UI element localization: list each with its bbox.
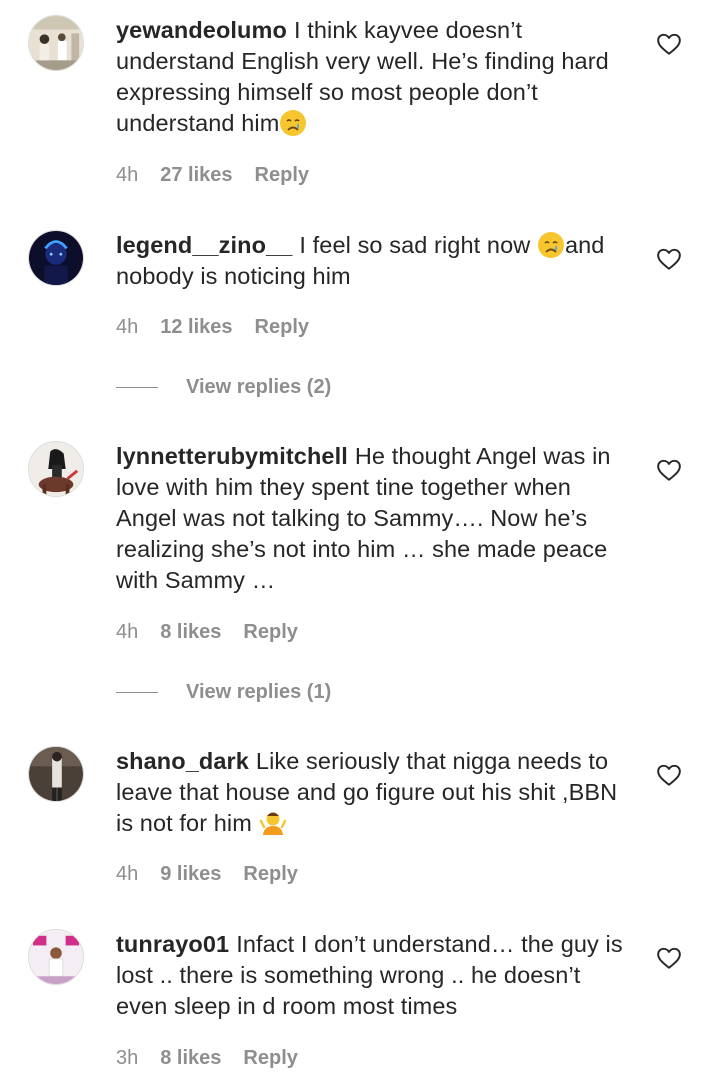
avatar[interactable]	[28, 441, 84, 497]
comment-body: yewandeolumo I think kayvee doesn’t under…	[116, 15, 636, 139]
comment-time: 4h	[116, 316, 139, 338]
avatar-image	[29, 442, 83, 496]
comment-text: I feel so sad right now	[299, 232, 537, 258]
avatar-image	[29, 231, 83, 285]
comment-likes[interactable]: 8 likes	[160, 1046, 221, 1070]
comment-body: tunrayo01 Infact I don’t understand… the …	[116, 929, 636, 1022]
comment-likes[interactable]: 27 likes	[160, 163, 232, 187]
reply-button[interactable]: Reply	[243, 862, 297, 886]
like-heart-icon[interactable]	[656, 457, 682, 483]
avatar[interactable]	[28, 230, 84, 286]
comment-time: 4h	[116, 621, 139, 643]
avatar-image	[29, 747, 83, 801]
avatar[interactable]	[28, 746, 84, 802]
view-replies-button[interactable]: View replies (2)	[116, 375, 331, 399]
crying-face-emoji-icon	[280, 110, 307, 136]
view-replies-button[interactable]: View replies (1)	[116, 680, 331, 704]
comment-meta: 4h 27 likes Reply	[116, 163, 309, 187]
reply-button[interactable]: Reply	[255, 315, 309, 339]
like-heart-icon[interactable]	[656, 31, 682, 57]
comment-username[interactable]: lynnetterubymitchell	[116, 443, 348, 469]
divider-line	[116, 691, 158, 693]
comment-time: 4h	[116, 164, 139, 186]
comment-body: shano_dark Like seriously that nigga need…	[116, 746, 636, 839]
view-replies-label: View replies (2)	[186, 376, 332, 398]
avatar[interactable]	[28, 15, 84, 71]
comment-meta: 4h 9 likes Reply	[116, 862, 298, 886]
comment-username[interactable]: yewandeolumo	[116, 17, 287, 43]
like-heart-icon[interactable]	[656, 945, 682, 971]
comment-username[interactable]: shano_dark	[116, 748, 249, 774]
crying-face-emoji-icon	[537, 232, 564, 258]
avatar-image	[29, 930, 83, 984]
like-heart-icon[interactable]	[656, 246, 682, 272]
comment-body: legend__zino__ I feel so sad right now an…	[116, 230, 636, 292]
comment-likes[interactable]: 8 likes	[160, 620, 221, 644]
comment-time: 4h	[116, 863, 139, 885]
comment-username[interactable]: tunrayo01	[116, 931, 229, 957]
comment-username[interactable]: legend__zino__	[116, 232, 292, 258]
view-replies-label: View replies (1)	[186, 681, 332, 703]
comment-body: lynnetterubymitchell He thought Angel was…	[116, 441, 636, 596]
comment-time: 3h	[116, 1047, 139, 1069]
divider-line	[116, 386, 158, 388]
like-heart-icon[interactable]	[656, 762, 682, 788]
comment-likes[interactable]: 12 likes	[160, 315, 232, 339]
comment-meta: 4h 12 likes Reply	[116, 315, 309, 339]
avatar[interactable]	[28, 929, 84, 985]
person-shrugging-emoji-icon	[259, 812, 286, 835]
avatar-image	[29, 16, 83, 70]
comment-meta: 3h 8 likes Reply	[116, 1046, 298, 1070]
comment-meta: 4h 8 likes Reply	[116, 620, 298, 644]
reply-button[interactable]: Reply	[243, 620, 297, 644]
comment-likes[interactable]: 9 likes	[160, 862, 221, 886]
reply-button[interactable]: Reply	[243, 1046, 297, 1070]
reply-button[interactable]: Reply	[255, 163, 309, 187]
